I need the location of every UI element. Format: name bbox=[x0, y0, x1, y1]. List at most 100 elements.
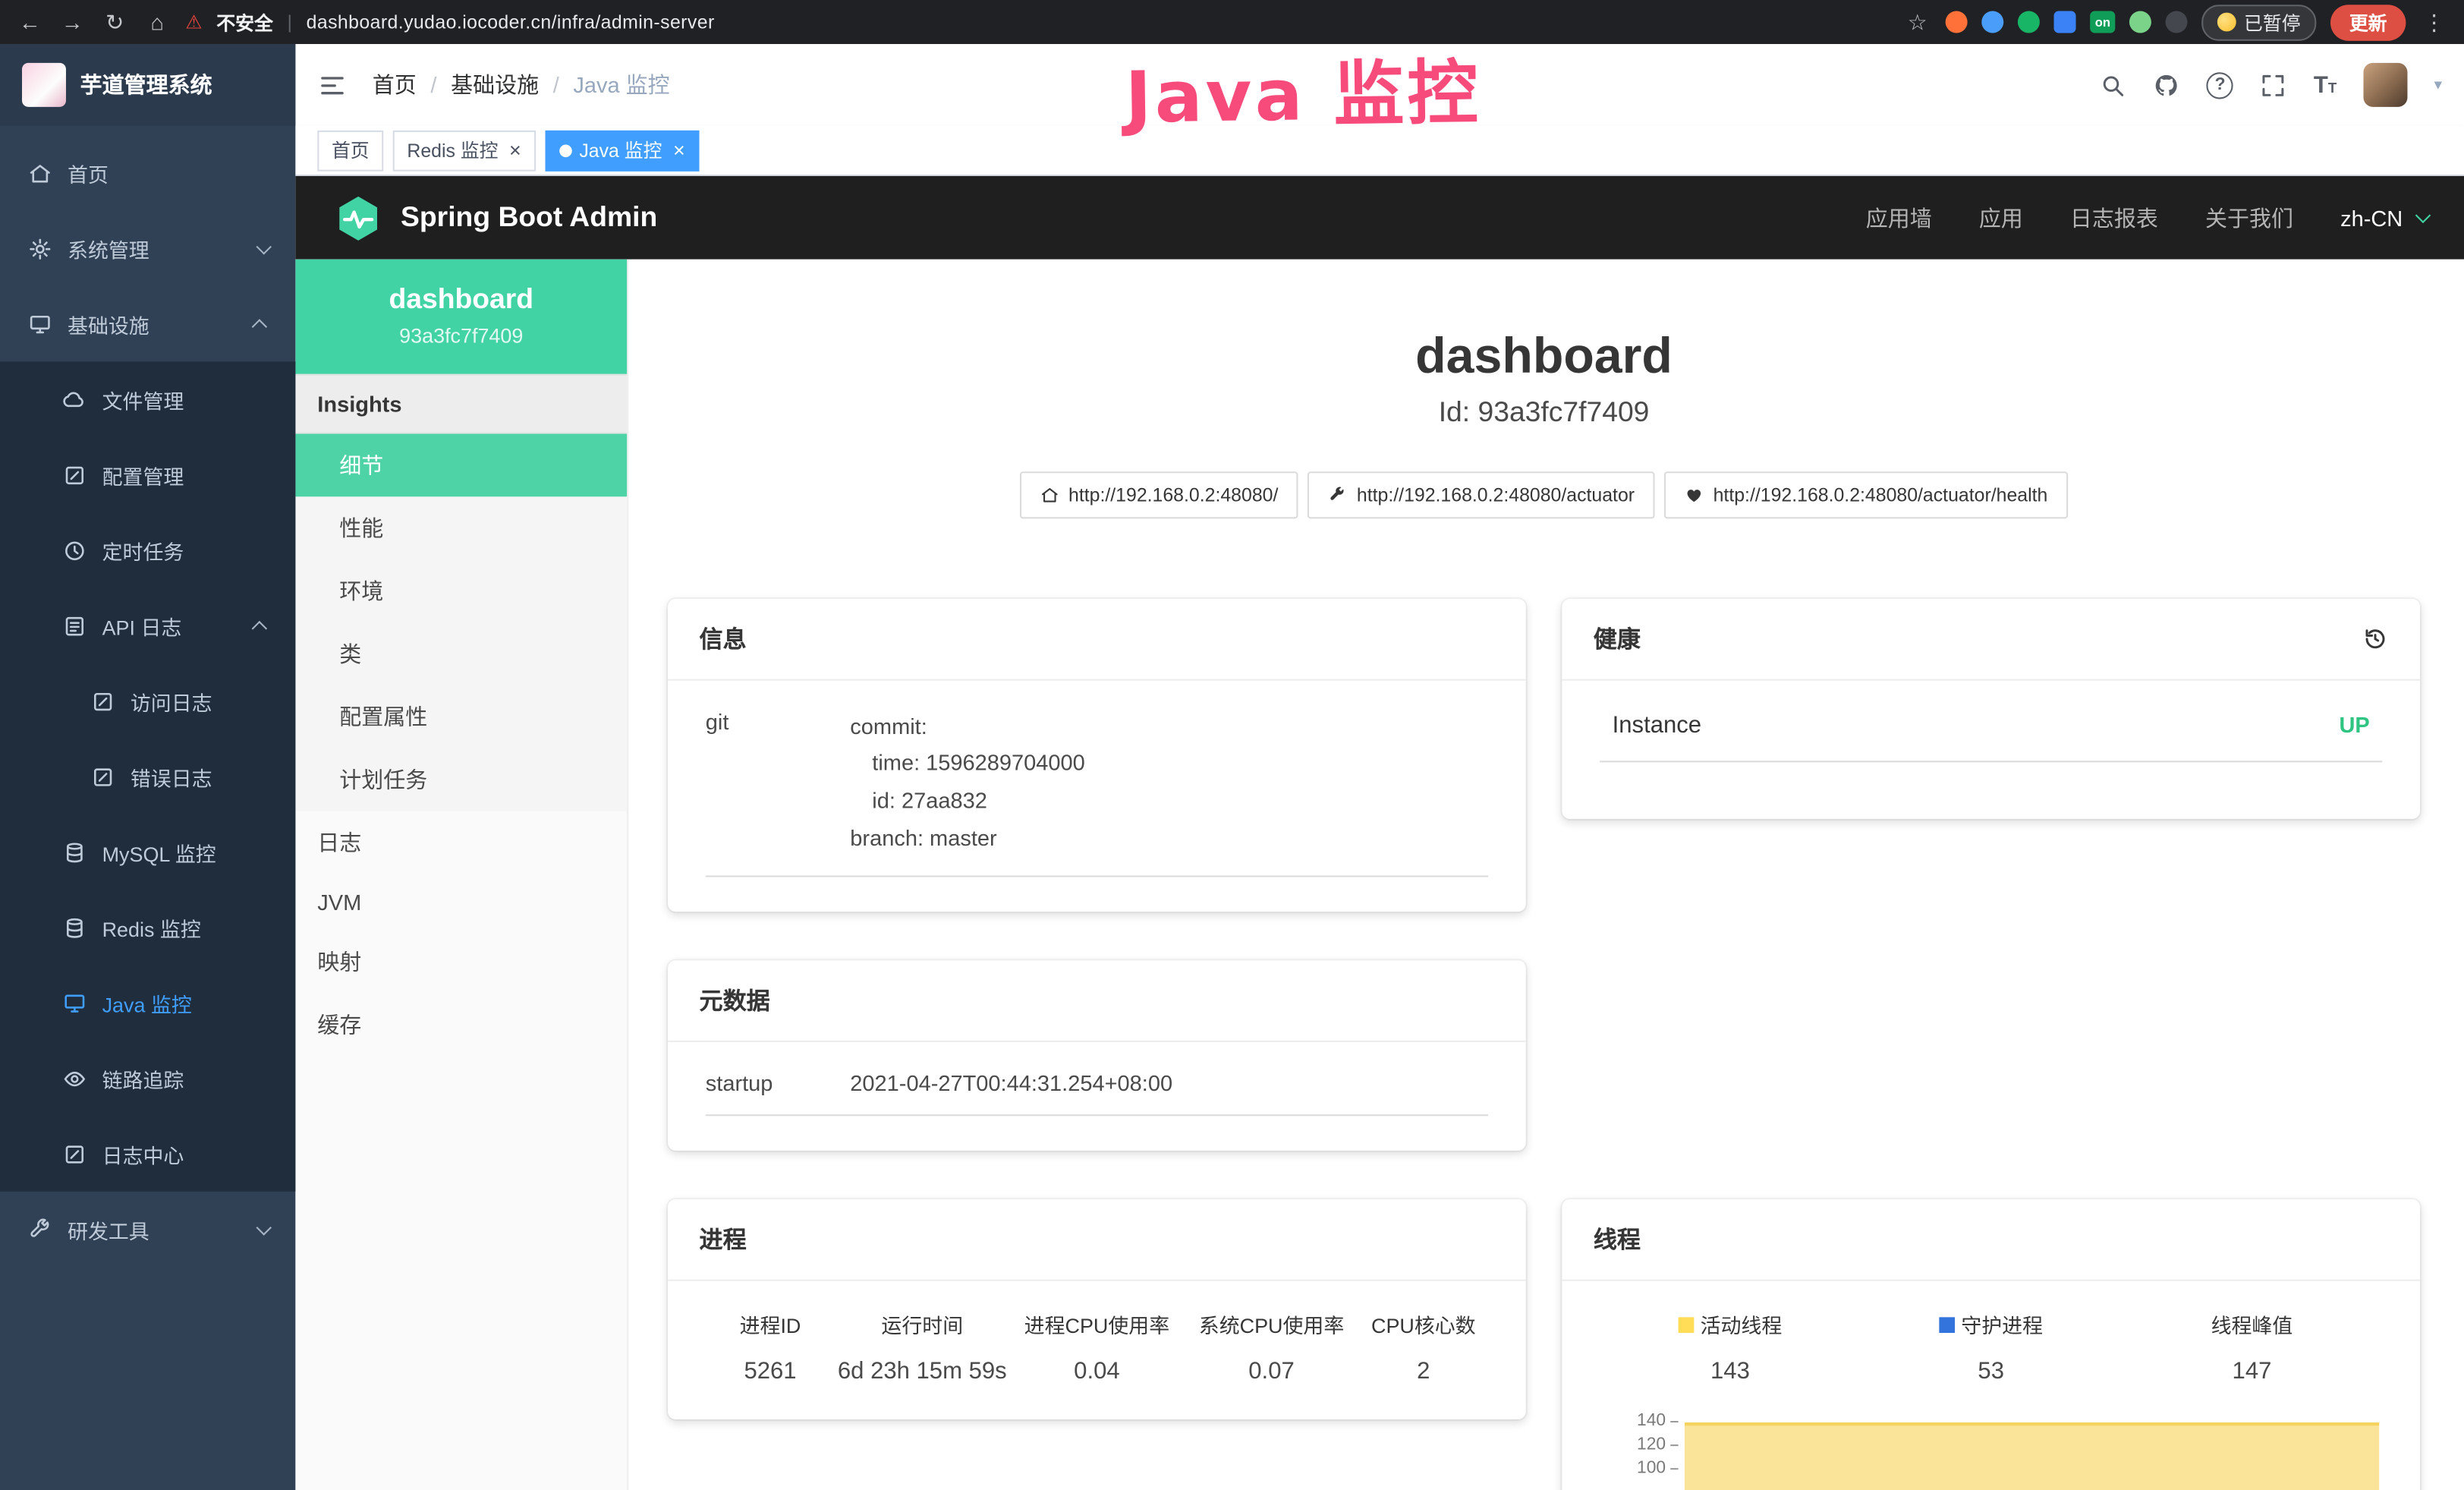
bookmark-star-icon[interactable]: ☆ bbox=[1903, 8, 1931, 35]
eye-icon bbox=[63, 1066, 87, 1090]
clock-icon bbox=[63, 538, 87, 562]
health-card: 健康 Instance UP bbox=[1562, 599, 2420, 819]
tab-close-icon[interactable]: × bbox=[673, 140, 685, 160]
chevron-up-icon bbox=[252, 620, 267, 635]
sidebar-item-api-logs[interactable]: API 日志 bbox=[0, 587, 295, 663]
sidebar-item-label: 研发工具 bbox=[68, 1214, 149, 1244]
process-col-value: 0.04 bbox=[1009, 1359, 1184, 1385]
sba-instance-header[interactable]: dashboard 93a3fc7f7409 bbox=[295, 260, 627, 374]
back-icon[interactable]: ← bbox=[16, 9, 44, 34]
sba-brand-label: Spring Boot Admin bbox=[401, 201, 657, 234]
git-commit-label: commit: bbox=[850, 709, 1488, 744]
sidebar-item-label: 文件管理 bbox=[102, 384, 184, 414]
sidebar-item-error-logs[interactable]: 错误日志 bbox=[0, 739, 295, 814]
fullscreen-icon[interactable] bbox=[2260, 71, 2286, 98]
hamburger-menu-icon[interactable] bbox=[317, 70, 347, 99]
sidebar-item-java-monitor[interactable]: Java 监控 bbox=[0, 965, 295, 1040]
extension-on-badge-icon[interactable]: on bbox=[2091, 11, 2116, 33]
breadcrumb-home[interactable]: 首页 bbox=[373, 69, 417, 100]
extension-icon-6[interactable] bbox=[2165, 11, 2187, 33]
health-url-link[interactable]: http://192.168.0.2:48080/actuator/health bbox=[1664, 472, 2068, 519]
sba-nav-wallboard[interactable]: 应用墙 bbox=[1866, 202, 1932, 233]
process-col-process-cpu: 进程CPU使用率 0.04 bbox=[1009, 1309, 1184, 1384]
extension-icon-3[interactable] bbox=[2018, 11, 2040, 33]
url-text[interactable]: dashboard.yudao.iocoder.cn/infra/admin-s… bbox=[307, 11, 715, 33]
sidebar-item-scheduled-tasks[interactable]: 定时任务 bbox=[0, 512, 295, 587]
info-row-git: git commit: time: 1596289704000 id: 27aa… bbox=[706, 709, 1488, 877]
y-tick: 140 bbox=[1600, 1410, 1679, 1434]
sba-brand[interactable]: Spring Boot Admin bbox=[333, 193, 657, 243]
sidebar-item-file-management[interactable]: 文件管理 bbox=[0, 361, 295, 436]
instance-hero: dashboard Id: 93a3fc7f7409 bbox=[668, 329, 2420, 430]
sba-item-logs[interactable]: 日志 bbox=[295, 811, 627, 874]
sidebar-item-mysql-monitor[interactable]: MySQL 监控 bbox=[0, 814, 295, 890]
reload-icon[interactable]: ↻ bbox=[101, 8, 129, 35]
chevron-down-icon bbox=[2415, 208, 2431, 223]
sidebar-item-redis-monitor[interactable]: Redis 监控 bbox=[0, 890, 295, 965]
document-icon bbox=[91, 689, 115, 713]
breadcrumb-infrastructure[interactable]: 基础设施 bbox=[451, 69, 539, 100]
sba-item-classes[interactable]: 类 bbox=[295, 622, 627, 685]
health-card-title: 健康 bbox=[1594, 622, 1641, 655]
git-commit-id: id: 27aa832 bbox=[850, 782, 1488, 820]
github-icon[interactable] bbox=[2154, 71, 2180, 98]
avatar-caret-icon[interactable]: ▾ bbox=[2434, 76, 2442, 93]
git-branch: branch: master bbox=[850, 819, 1488, 857]
paused-badge-label: 已暂停 bbox=[2244, 8, 2301, 35]
process-col-uptime: 运行时间 6d 23h 15m 59s bbox=[835, 1309, 1009, 1384]
app-logo[interactable]: 芋道管理系统 bbox=[0, 44, 295, 126]
sba-item-mappings[interactable]: 映射 bbox=[295, 931, 627, 994]
health-instance-row[interactable]: Instance UP bbox=[1600, 709, 2382, 762]
tab-home[interactable]: 首页 bbox=[317, 130, 383, 171]
sidebar-item-tracing[interactable]: 链路追踪 bbox=[0, 1041, 295, 1116]
sba-item-config-props[interactable]: 配置属性 bbox=[295, 685, 627, 748]
security-label[interactable]: 不安全 bbox=[216, 8, 273, 35]
sidebar-item-system-management[interactable]: 系统管理 bbox=[0, 210, 295, 285]
sidebar-item-config-management[interactable]: 配置管理 bbox=[0, 437, 295, 512]
tab-redis-monitor[interactable]: Redis 监控 × bbox=[393, 130, 536, 171]
chevron-up-icon bbox=[252, 318, 267, 333]
sba-item-details[interactable]: 细节 bbox=[295, 434, 627, 497]
tab-label: Redis 监控 bbox=[407, 137, 498, 163]
sidebar-item-home[interactable]: 首页 bbox=[0, 135, 295, 210]
app-region: 首页 / 基础设施 / Java 监控 ? TT ▾ 首页 Redi bbox=[295, 44, 2464, 1490]
extension-icon-4[interactable] bbox=[2054, 11, 2076, 33]
sidebar-item-dev-tools[interactable]: 研发工具 bbox=[0, 1192, 295, 1267]
sba-item-metrics[interactable]: 性能 bbox=[295, 496, 627, 559]
history-icon[interactable] bbox=[2362, 626, 2388, 653]
y-tick: 100 bbox=[1600, 1457, 1679, 1481]
sidebar-item-log-center[interactable]: 日志中心 bbox=[0, 1116, 295, 1191]
tab-java-monitor[interactable]: Java 监控 × bbox=[545, 130, 700, 171]
sidebar-item-label: 访问日志 bbox=[131, 686, 212, 716]
sidebar-item-infrastructure[interactable]: 基础设施 bbox=[0, 286, 295, 361]
help-icon[interactable]: ? bbox=[2207, 71, 2233, 98]
sba-item-environment[interactable]: 环境 bbox=[295, 559, 627, 622]
tab-close-icon[interactable]: × bbox=[509, 140, 521, 160]
sba-nav-about[interactable]: 关于我们 bbox=[2205, 202, 2293, 233]
extension-icon-2[interactable] bbox=[1982, 11, 2004, 33]
browser-menu-icon[interactable]: ⋮ bbox=[2420, 8, 2448, 35]
font-size-icon[interactable]: TT bbox=[2314, 71, 2337, 98]
search-icon[interactable] bbox=[2100, 71, 2126, 98]
sba-nav-applications[interactable]: 应用 bbox=[1979, 202, 2023, 233]
browser-home-icon[interactable]: ⌂ bbox=[143, 9, 171, 34]
extension-icon-1[interactable] bbox=[1946, 11, 1968, 33]
sba-item-jvm[interactable]: JVM bbox=[295, 874, 627, 931]
sba-item-caches[interactable]: 缓存 bbox=[295, 994, 627, 1057]
service-url-link[interactable]: http://192.168.0.2:48080/ bbox=[1020, 472, 1298, 519]
user-avatar[interactable] bbox=[2363, 63, 2407, 107]
process-col-value: 0.07 bbox=[1184, 1359, 1358, 1385]
sba-logo-icon bbox=[333, 193, 383, 243]
legend-text: 活动线程 bbox=[1701, 1309, 1783, 1339]
sba-nav-journal[interactable]: 日志报表 bbox=[2070, 202, 2158, 233]
extension-icon-5[interactable] bbox=[2129, 11, 2151, 33]
sidebar-item-access-logs[interactable]: 访问日志 bbox=[0, 663, 295, 739]
update-button[interactable]: 更新 bbox=[2330, 4, 2406, 40]
metadata-key: startup bbox=[706, 1071, 851, 1096]
edit-icon bbox=[63, 463, 87, 487]
locale-selector[interactable]: zh-CN bbox=[2340, 205, 2426, 230]
actuator-url-link[interactable]: http://192.168.0.2:48080/actuator bbox=[1308, 472, 1655, 519]
paused-badge[interactable]: 已暂停 bbox=[2201, 4, 2316, 40]
forward-icon[interactable]: → bbox=[58, 9, 87, 34]
sba-item-scheduled[interactable]: 计划任务 bbox=[295, 748, 627, 811]
